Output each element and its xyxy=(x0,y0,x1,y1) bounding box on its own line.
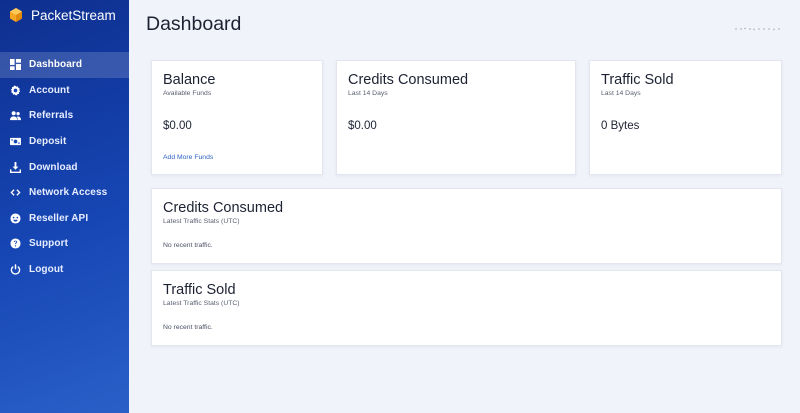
sidebar-item-dashboard[interactable]: Dashboard xyxy=(0,52,129,78)
sidebar-item-label: Deposit xyxy=(29,136,67,148)
brand-name: PacketStream xyxy=(31,7,116,23)
power-icon xyxy=(9,264,21,276)
users-icon xyxy=(9,110,21,122)
credits-panel-subtitle: Latest Traffic Stats (UTC) xyxy=(163,218,240,225)
user-menu-placeholder[interactable] xyxy=(735,27,781,31)
packetstream-logo-icon xyxy=(10,8,22,22)
credits-consumed-title: Credits Consumed xyxy=(348,72,469,88)
help-icon xyxy=(9,238,21,250)
download-icon xyxy=(9,161,21,173)
sidebar-item-network-access[interactable]: Network Access xyxy=(0,180,129,206)
money-icon xyxy=(9,136,21,148)
sidebar-nav: Dashboard Account Referrals Deposit Down… xyxy=(0,52,129,282)
sidebar-item-support[interactable]: Support xyxy=(0,231,129,257)
api-icon xyxy=(9,212,21,224)
sidebar-item-account[interactable]: Account xyxy=(0,78,129,104)
dashboard-icon xyxy=(9,59,21,71)
traffic-sold-panel: Traffic Sold Latest Traffic Stats (UTC) … xyxy=(151,270,782,346)
traffic-sold-title: Traffic Sold xyxy=(601,72,674,88)
traffic-panel-subtitle: Latest Traffic Stats (UTC) xyxy=(163,300,240,307)
sidebar-item-label: Network Access xyxy=(29,187,108,199)
sidebar-item-deposit[interactable]: Deposit xyxy=(0,129,129,155)
sidebar-item-reseller-api[interactable]: Reseller API xyxy=(0,206,129,232)
sidebar-item-label: Logout xyxy=(29,264,64,276)
sidebar: PacketStream Dashboard Account Referrals… xyxy=(0,0,129,413)
traffic-sold-subtitle: Last 14 Days xyxy=(601,90,641,97)
traffic-panel-empty-message: No recent traffic. xyxy=(163,324,213,331)
sidebar-item-referrals[interactable]: Referrals xyxy=(0,103,129,129)
traffic-panel-title: Traffic Sold xyxy=(163,282,236,298)
code-icon xyxy=(9,187,21,199)
credits-consumed-card: Credits Consumed Last 14 Days $0.00 xyxy=(336,60,576,175)
credits-consumed-panel: Credits Consumed Latest Traffic Stats (U… xyxy=(151,188,782,264)
traffic-sold-card: Traffic Sold Last 14 Days 0 Bytes xyxy=(589,60,782,175)
balance-value: $0.00 xyxy=(163,120,192,132)
traffic-sold-value: 0 Bytes xyxy=(601,120,640,132)
balance-title: Balance xyxy=(163,72,216,88)
gear-icon xyxy=(9,84,21,96)
credits-consumed-value: $0.00 xyxy=(348,120,377,132)
credits-panel-empty-message: No recent traffic. xyxy=(163,242,213,249)
sidebar-item-download[interactable]: Download xyxy=(0,154,129,180)
sidebar-item-label: Reseller API xyxy=(29,212,89,224)
brand[interactable]: PacketStream xyxy=(0,0,129,30)
sidebar-item-label: Support xyxy=(29,238,69,250)
page-title: Dashboard xyxy=(146,13,242,35)
sidebar-item-label: Dashboard xyxy=(29,59,83,71)
sidebar-item-label: Referrals xyxy=(29,110,74,122)
credits-consumed-subtitle: Last 14 Days xyxy=(348,90,388,97)
credits-panel-title: Credits Consumed xyxy=(163,200,284,216)
balance-card: Balance Available Funds $0.00 Add More F… xyxy=(151,60,323,175)
sidebar-item-label: Download xyxy=(29,161,78,173)
add-more-funds-link[interactable]: Add More Funds xyxy=(163,154,213,161)
balance-subtitle: Available Funds xyxy=(163,90,212,97)
sidebar-item-label: Account xyxy=(29,84,70,96)
sidebar-item-logout[interactable]: Logout xyxy=(0,257,129,283)
